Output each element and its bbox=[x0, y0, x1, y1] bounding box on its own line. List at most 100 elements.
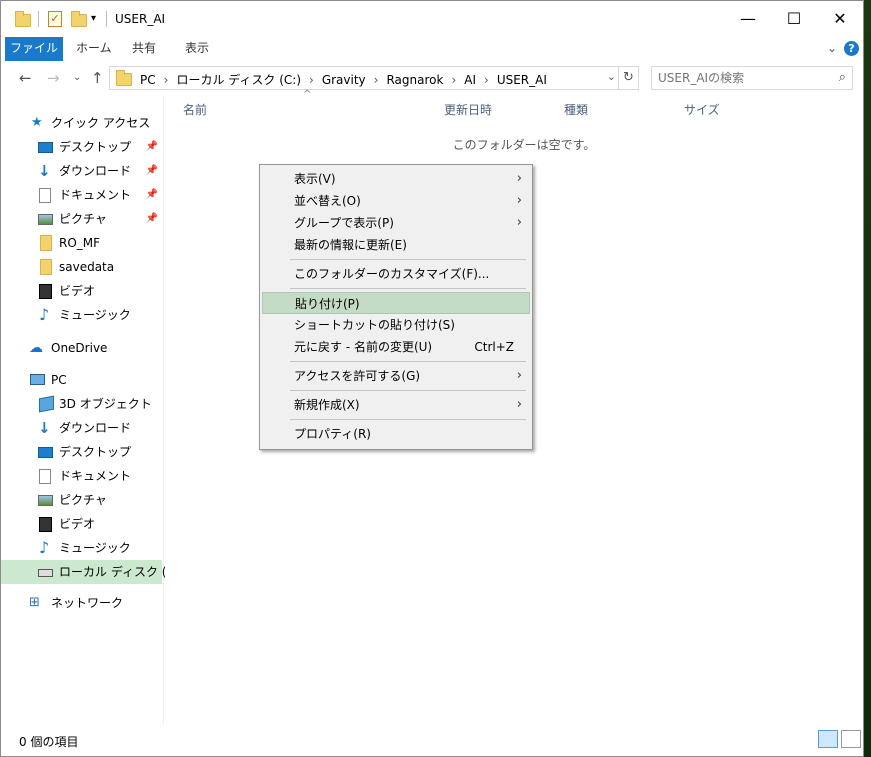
maximize-button[interactable]: ☐ bbox=[771, 1, 817, 37]
breadcrumb-item[interactable]: USER_AI bbox=[497, 73, 547, 87]
sidebar-item-music[interactable]: ♪ ミュージック bbox=[1, 303, 162, 327]
sidebar-item-downloads-pc[interactable]: ↓ ダウンロード bbox=[1, 416, 162, 440]
address-row: ← → ⌄ ↑ PC › ローカル ディスク (C:) › Gravity › Ragnar… bbox=[1, 61, 863, 95]
sidebar-item-desktop[interactable]: デスクトップ 📌 bbox=[1, 135, 162, 159]
chevron-right-icon: › bbox=[516, 215, 522, 230]
menu-item-paste[interactable]: 貼り付け(P) bbox=[262, 292, 530, 314]
sidebar-item-downloads[interactable]: ↓ ダウンロード 📌 bbox=[1, 159, 162, 183]
up-button[interactable]: ↑ bbox=[91, 69, 104, 87]
menu-item-view[interactable]: 表示(V) › bbox=[262, 168, 530, 190]
close-button[interactable]: ✕ bbox=[817, 1, 863, 37]
forward-button[interactable]: → bbox=[47, 69, 60, 87]
breadcrumb: PC › ローカル ディスク (C:) › Gravity › Ragnarok › AI › US… bbox=[140, 71, 547, 88]
address-bar[interactable]: PC › ローカル ディスク (C:) › Gravity › Ragnarok › AI › US… bbox=[109, 66, 639, 90]
empty-folder-message: このフォルダーは空です。 bbox=[452, 138, 596, 152]
menu-separator bbox=[290, 419, 526, 420]
back-button[interactable]: ← bbox=[19, 69, 32, 87]
sidebar-item-documents[interactable]: ドキュメント 📌 bbox=[1, 183, 162, 207]
menu-separator bbox=[290, 259, 526, 260]
column-header-size[interactable]: サイズ bbox=[684, 101, 720, 118]
sidebar-item-3d-objects[interactable]: 3D オブジェクト bbox=[1, 392, 162, 416]
pictures-icon bbox=[38, 214, 53, 225]
column-header-date[interactable]: 更新日時 bbox=[444, 101, 492, 118]
star-icon: ★ bbox=[31, 115, 43, 130]
large-icons-view-button[interactable] bbox=[841, 730, 861, 748]
menu-item-new[interactable]: 新規作成(X) › bbox=[262, 394, 530, 416]
menu-item-undo-rename[interactable]: 元に戻す - 名前の変更(U) Ctrl+Z bbox=[262, 336, 530, 358]
pin-icon: 📌 bbox=[145, 213, 158, 224]
column-header-type[interactable]: 種類 bbox=[564, 101, 588, 118]
sidebar-item-local-disk[interactable]: ローカル ディスク (C:) bbox=[1, 560, 184, 584]
sidebar-item-quick-access[interactable]: ★ クイック アクセス bbox=[1, 111, 162, 135]
status-bar: 0 個の項目 bbox=[1, 725, 863, 756]
sidebar-item-pc[interactable]: PC bbox=[1, 368, 162, 392]
address-folder-icon bbox=[116, 70, 132, 86]
breadcrumb-item[interactable]: AI bbox=[464, 73, 476, 87]
details-view-button[interactable] bbox=[818, 730, 838, 748]
menu-item-give-access[interactable]: アクセスを許可する(G) › bbox=[262, 365, 530, 387]
sidebar-item-label: デスクトップ bbox=[59, 445, 132, 459]
tab-view[interactable]: 表示 bbox=[173, 37, 221, 61]
breadcrumb-item[interactable]: Gravity bbox=[322, 73, 366, 87]
address-dropdown-icon[interactable]: ⌄ bbox=[607, 70, 616, 83]
refresh-button[interactable]: ↻ bbox=[618, 67, 638, 89]
sidebar-item-label: PC bbox=[51, 373, 67, 387]
chevron-right-icon: › bbox=[516, 193, 522, 208]
breadcrumb-item[interactable]: PC bbox=[140, 73, 156, 87]
properties-quick-icon[interactable]: ✓ bbox=[48, 11, 62, 27]
help-icon[interactable]: ? bbox=[844, 41, 859, 56]
sidebar-item-savedata[interactable]: savedata bbox=[1, 255, 162, 279]
search-box[interactable]: ⌕ bbox=[651, 66, 853, 90]
pc-icon bbox=[30, 374, 45, 385]
pin-icon: 📌 bbox=[145, 141, 158, 152]
chevron-right-icon[interactable]: › bbox=[366, 73, 387, 87]
menu-item-customize-folder[interactable]: このフォルダーのカスタマイズ(F)... bbox=[262, 263, 530, 285]
navigation-pane[interactable]: ★ クイック アクセス デスクトップ 📌 ↓ ダウンロード 📌 ドキュメント 📌… bbox=[1, 95, 184, 725]
video-icon bbox=[39, 284, 52, 299]
sidebar-item-network[interactable]: ⊞ ネットワーク bbox=[1, 591, 162, 615]
menu-item-sort-by[interactable]: 並べ替え(O) › bbox=[262, 190, 530, 212]
search-icon[interactable]: ⌕ bbox=[839, 70, 846, 85]
sidebar-item-pictures[interactable]: ピクチャ 📌 bbox=[1, 207, 162, 231]
sidebar-item-videos[interactable]: ビデオ bbox=[1, 279, 162, 303]
menu-item-label: ショートカットの貼り付け(S) bbox=[294, 318, 455, 332]
customize-quick-access-icon[interactable]: ▾ bbox=[91, 13, 96, 24]
sidebar-item-documents-pc[interactable]: ドキュメント bbox=[1, 464, 162, 488]
search-input[interactable] bbox=[652, 67, 822, 89]
chevron-right-icon[interactable]: › bbox=[443, 73, 464, 87]
sidebar-item-desktop-pc[interactable]: デスクトップ bbox=[1, 440, 162, 464]
folder-icon bbox=[40, 235, 52, 251]
tab-file[interactable]: ファイル bbox=[5, 37, 63, 61]
menu-item-label: 並べ替え(O) bbox=[294, 194, 361, 208]
minimize-button[interactable]: — bbox=[725, 1, 771, 37]
sidebar-item-music-pc[interactable]: ♪ ミュージック bbox=[1, 536, 162, 560]
new-folder-quick-icon[interactable] bbox=[71, 11, 87, 27]
column-header-name[interactable]: 名前 bbox=[183, 101, 207, 118]
sidebar-item-label: ダウンロード bbox=[59, 421, 132, 435]
sidebar-item-onedrive[interactable]: ☁ OneDrive bbox=[1, 336, 162, 360]
ribbon-expand-icon[interactable]: ⌄ bbox=[827, 41, 837, 55]
menu-item-group-by[interactable]: グループで表示(P) › bbox=[262, 212, 530, 234]
menu-item-properties[interactable]: プロパティ(R) bbox=[262, 423, 530, 445]
breadcrumb-item[interactable]: ローカル ディスク (C:) bbox=[176, 73, 301, 87]
sidebar-item-label: savedata bbox=[59, 260, 115, 274]
sidebar-item-videos-pc[interactable]: ビデオ bbox=[1, 512, 162, 536]
recent-locations-button[interactable]: ⌄ bbox=[73, 72, 81, 83]
title-divider-2 bbox=[106, 11, 107, 27]
desktop-icon bbox=[38, 142, 53, 153]
tab-home[interactable]: ホーム bbox=[64, 37, 124, 61]
menu-item-refresh[interactable]: 最新の情報に更新(E) bbox=[262, 234, 530, 256]
tab-share[interactable]: 共有 bbox=[120, 37, 168, 61]
menu-item-paste-shortcut[interactable]: ショートカットの貼り付け(S) bbox=[262, 314, 530, 336]
sidebar-item-pictures-pc[interactable]: ピクチャ bbox=[1, 488, 162, 512]
sidebar-item-ro-mf[interactable]: RO_MF bbox=[1, 231, 162, 255]
pin-icon: 📌 bbox=[145, 189, 158, 200]
menu-item-shortcut: Ctrl+Z bbox=[474, 340, 514, 354]
breadcrumb-item[interactable]: Ragnarok bbox=[386, 73, 443, 87]
ribbon-tabs: ファイル ホーム 共有 表示 ⌄ ? bbox=[1, 37, 863, 61]
cloud-icon: ☁ bbox=[29, 340, 43, 356]
chevron-right-icon[interactable]: › bbox=[301, 73, 322, 87]
chevron-right-icon[interactable]: › bbox=[476, 73, 497, 87]
chevron-right-icon[interactable]: › bbox=[156, 73, 177, 87]
sidebar-item-label: ビデオ bbox=[59, 284, 96, 298]
